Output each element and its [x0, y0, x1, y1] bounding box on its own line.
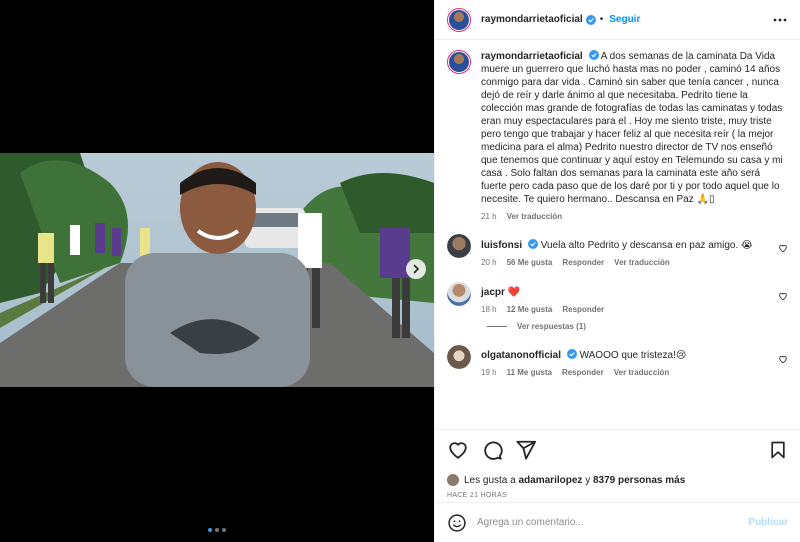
likes-count[interactable]: 8379 personas más [593, 475, 685, 486]
post-photo[interactable] [0, 153, 434, 387]
photo-illustration [0, 153, 434, 387]
follow-button[interactable]: Seguir [609, 14, 640, 25]
commenter-username[interactable]: jacpr [481, 287, 505, 298]
verified-icon [588, 50, 599, 60]
caption-body: raymondarrietaoficial A dos semanas de l… [481, 50, 788, 221]
comment-item: olgatanonofficial WAOOO que tristeza!😢 1… [447, 345, 788, 377]
view-replies-button[interactable]: Ver respuestas (1) [487, 322, 788, 331]
reply-button[interactable]: Responder [562, 368, 604, 377]
comment-body: jacpr ❤️ 18 h 12 Me gusta Responder [481, 282, 788, 314]
author-avatar[interactable] [447, 7, 471, 32]
like-comment-icon[interactable] [778, 354, 788, 364]
comment-time[interactable]: 20 h [481, 258, 497, 267]
comment-time[interactable]: 19 h [481, 368, 497, 377]
liker-avatar[interactable] [447, 474, 459, 486]
bookmark-icon[interactable] [768, 440, 788, 460]
comment-item: jacpr ❤️ 18 h 12 Me gusta Responder [447, 282, 788, 314]
like-comment-icon[interactable] [778, 291, 788, 301]
likes-prefix: Les gusta a [464, 474, 516, 486]
commenter-avatar[interactable] [447, 345, 471, 369]
likes-conjunction: y [585, 474, 591, 486]
carousel-dot [208, 528, 212, 532]
author-username[interactable]: raymondarrietaoficial [481, 14, 583, 25]
next-slide-button[interactable] [406, 259, 426, 279]
comment-text: Vuela alto Pedrito y descansa en paz ami… [540, 240, 753, 251]
comment-likes[interactable]: 56 Me gusta [507, 258, 553, 267]
post-time[interactable]: HACE 21 HORAS [447, 492, 788, 499]
caption: raymondarrietaoficial A dos semanas de l… [447, 50, 788, 221]
comment-text: WAOOO que tristeza!😢 [579, 350, 687, 361]
verified-icon [585, 14, 596, 25]
caption-time[interactable]: 21 h [481, 212, 497, 221]
commenter-avatar[interactable] [447, 234, 471, 258]
liker-username[interactable]: adamarilopez [519, 475, 583, 486]
caption-content: A dos semanas de la caminata Da Vida mue… [481, 51, 783, 205]
post-details-panel: raymondarrietaoficial • Seguir raymondar… [434, 0, 800, 542]
reply-button[interactable]: Responder [562, 305, 604, 314]
like-icon[interactable] [447, 439, 469, 461]
verified-icon [566, 349, 577, 359]
post-actions-section: Les gusta a adamarilopez y 8379 personas… [435, 429, 800, 499]
comment-text: ❤️ [507, 287, 521, 298]
carousel-dot [222, 528, 226, 532]
share-icon[interactable] [515, 439, 537, 461]
comment-item: luisfonsi Vuela alto Pedrito y descansa … [447, 234, 788, 267]
comment-input[interactable] [477, 517, 749, 528]
see-translation-link[interactable]: Ver traducción [507, 212, 563, 221]
post-modal: raymondarrietaoficial • Seguir raymondar… [0, 0, 800, 542]
publish-button[interactable]: Publicar [749, 517, 788, 528]
emoji-icon[interactable] [447, 513, 467, 533]
see-translation-link[interactable]: Ver traducción [614, 258, 670, 267]
see-translation-link[interactable]: Ver traducción [614, 368, 670, 377]
caption-text: raymondarrietaoficial A dos semanas de l… [481, 50, 788, 206]
post-header: raymondarrietaoficial • Seguir [435, 0, 800, 40]
view-replies-label: Ver respuestas (1) [517, 322, 586, 331]
comment-body: olgatanonofficial WAOOO que tristeza!😢 1… [481, 345, 788, 377]
reply-button[interactable]: Responder [562, 258, 604, 267]
comment-composer: Publicar [435, 502, 800, 542]
replies-divider [487, 326, 507, 327]
commenter-username[interactable]: olgatanonofficial [481, 350, 561, 361]
comment-time[interactable]: 18 h [481, 305, 497, 314]
media-viewer [0, 0, 434, 542]
comment-body: luisfonsi Vuela alto Pedrito y descansa … [481, 234, 788, 267]
action-bar [447, 438, 788, 462]
chevron-right-icon [413, 264, 420, 274]
comments-area[interactable]: raymondarrietaoficial A dos semanas de l… [435, 40, 800, 429]
carousel-dot [215, 528, 219, 532]
like-comment-icon[interactable] [778, 243, 788, 253]
caption-meta: 21 h Ver traducción [481, 212, 788, 221]
comment-likes[interactable]: 11 Me gusta [507, 368, 552, 377]
author-avatar[interactable] [447, 50, 471, 74]
comment-likes[interactable]: 12 Me gusta [507, 305, 553, 314]
commenter-avatar[interactable] [447, 282, 471, 306]
caption-username[interactable]: raymondarrietaoficial [481, 51, 583, 62]
verified-icon [527, 239, 538, 249]
likes-summary: Les gusta a adamarilopez y 8379 personas… [447, 474, 788, 486]
comment-icon[interactable] [481, 439, 503, 461]
more-icon[interactable] [772, 12, 788, 28]
commenter-username[interactable]: luisfonsi [481, 240, 522, 251]
carousel-indicator [0, 528, 434, 532]
